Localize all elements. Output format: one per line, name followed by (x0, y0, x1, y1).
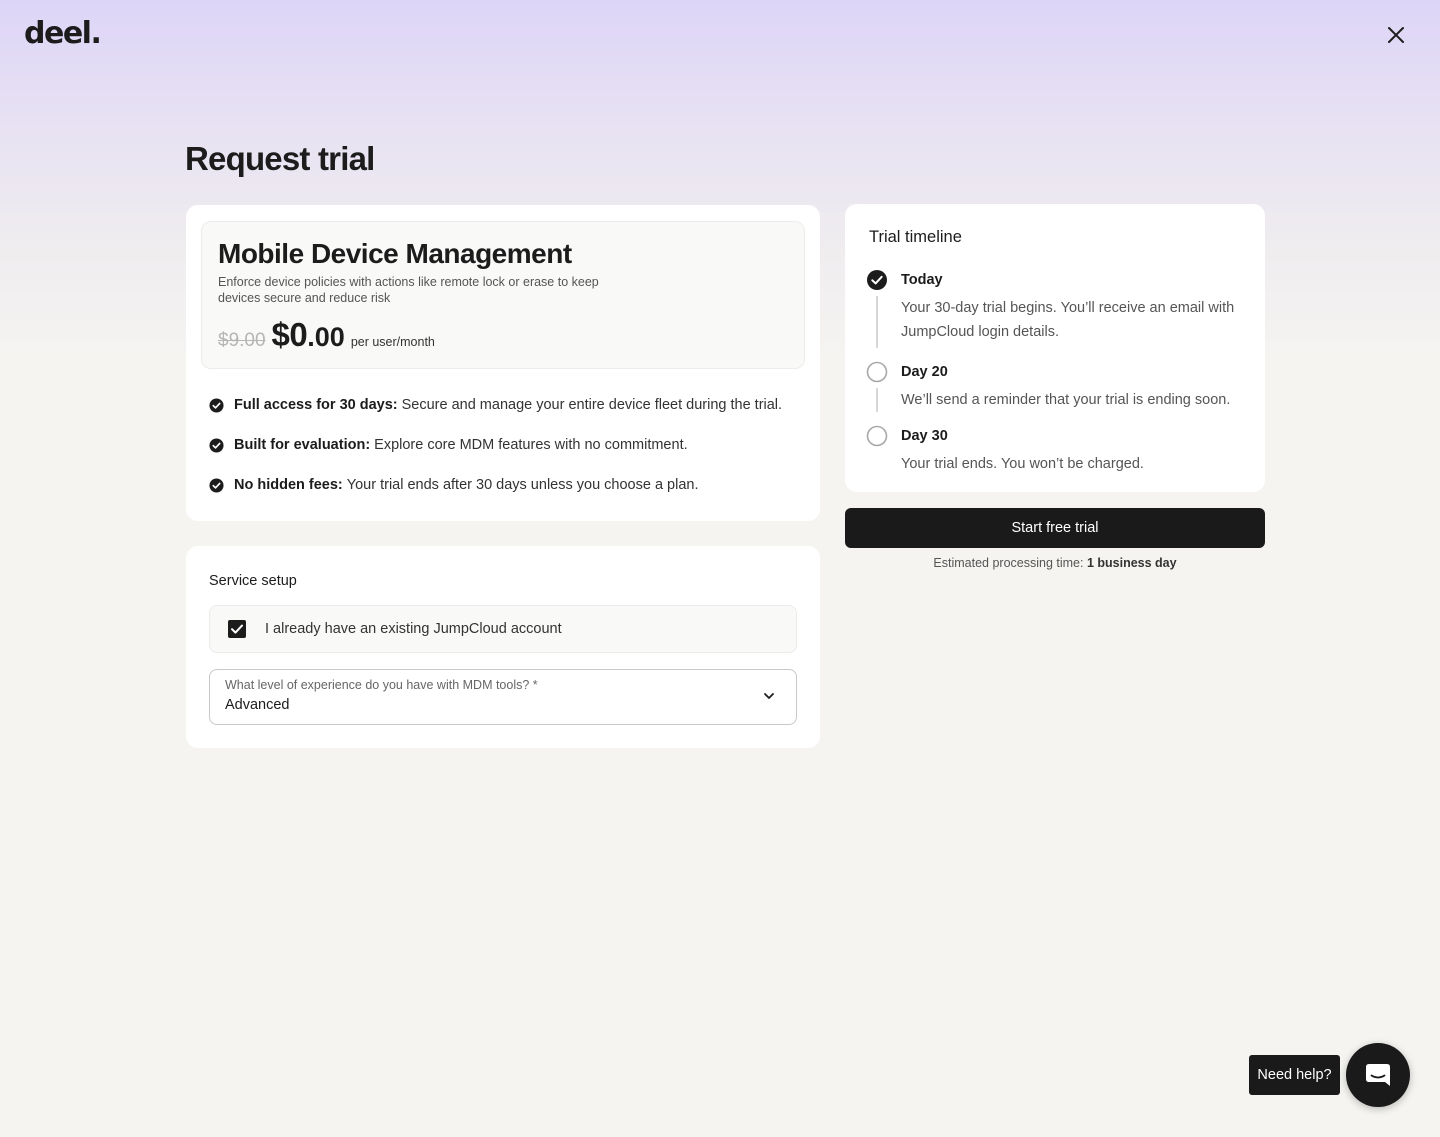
old-price: $9.00 (218, 330, 266, 351)
new-price: $0 (271, 316, 308, 353)
trial-timeline-card: Trial timeline Today Your 30-day trial b… (845, 204, 1265, 492)
existing-account-label: I already have an existing JumpCloud acc… (265, 621, 562, 637)
mdm-experience-select[interactable]: What level of experience do you have wit… (209, 669, 797, 725)
check-circle-icon (867, 270, 887, 290)
timeline-step-label: Today (901, 272, 943, 288)
timeline-step-label: Day 20 (901, 364, 948, 380)
select-label: What level of experience do you have wit… (225, 678, 538, 692)
product-header: Mobile Device Management Enforce device … (201, 221, 805, 369)
empty-circle-icon (866, 425, 888, 447)
select-value: Advanced (225, 697, 290, 713)
check-circle-icon (209, 477, 224, 493)
new-price-cents: .00 (307, 322, 345, 352)
feature-item: No hidden fees: Your trial ends after 30… (209, 475, 809, 495)
feature-title: Full access for 30 days: (234, 397, 398, 413)
price-unit: per user/month (350, 335, 435, 349)
existing-account-checkbox[interactable] (228, 620, 246, 638)
check-circle-icon (209, 437, 224, 453)
service-setup-card: Service setup I already have an existing… (186, 546, 820, 748)
product-card: Mobile Device Management Enforce device … (186, 205, 820, 521)
product-name: Mobile Device Management (218, 238, 572, 269)
timeline-step-description: Your trial ends. You won’t be charged. (901, 456, 1144, 472)
feature-list: Full access for 30 days: Secure and mana… (209, 395, 809, 515)
chevron-down-icon (764, 693, 774, 699)
timeline-step-description: We’ll send a reminder that your trial is… (901, 392, 1231, 408)
timeline-step-label: Day 30 (901, 428, 948, 444)
timeline-connector (876, 296, 878, 348)
feature-title: Built for evaluation: (234, 437, 371, 453)
deel-logo[interactable]: deel. (24, 16, 102, 51)
start-free-trial-button[interactable]: Start free trial (845, 508, 1265, 548)
checkmark-icon (231, 624, 243, 634)
empty-circle-icon (866, 361, 888, 383)
feature-item: Full access for 30 days: Secure and mana… (209, 395, 809, 415)
timeline-connector (876, 388, 878, 412)
processing-time: Estimated processing time: 1 business da… (845, 556, 1265, 570)
processing-time-value: 1 business day (1086, 556, 1177, 570)
service-setup-title: Service setup (209, 573, 297, 589)
timeline-title: Trial timeline (869, 228, 962, 246)
existing-account-checkbox-row[interactable]: I already have an existing JumpCloud acc… (209, 605, 797, 653)
chat-button[interactable] (1346, 1043, 1410, 1107)
close-icon (1388, 27, 1404, 43)
feature-text: Secure and manage your entire device fle… (401, 397, 783, 413)
feature-title: No hidden fees: (234, 477, 343, 493)
close-button[interactable] (1382, 21, 1410, 49)
processing-time-label: Estimated processing time: (933, 556, 1084, 570)
product-description: Enforce device policies with actions lik… (218, 275, 599, 305)
feature-item: Built for evaluation: Explore core MDM f… (209, 435, 809, 455)
need-help-label[interactable]: Need help? (1249, 1055, 1340, 1095)
timeline-step-description: Your 30-day trial begins. You’ll receive… (901, 300, 1235, 340)
price-row: $9.00 $0 .00 per user/month (218, 316, 435, 354)
page-title: Request trial (185, 140, 375, 177)
feature-text: Your trial ends after 30 days unless you… (346, 477, 699, 493)
check-circle-icon (209, 397, 224, 413)
feature-text: Explore core MDM features with no commit… (374, 437, 688, 453)
chat-icon (1366, 1064, 1390, 1086)
